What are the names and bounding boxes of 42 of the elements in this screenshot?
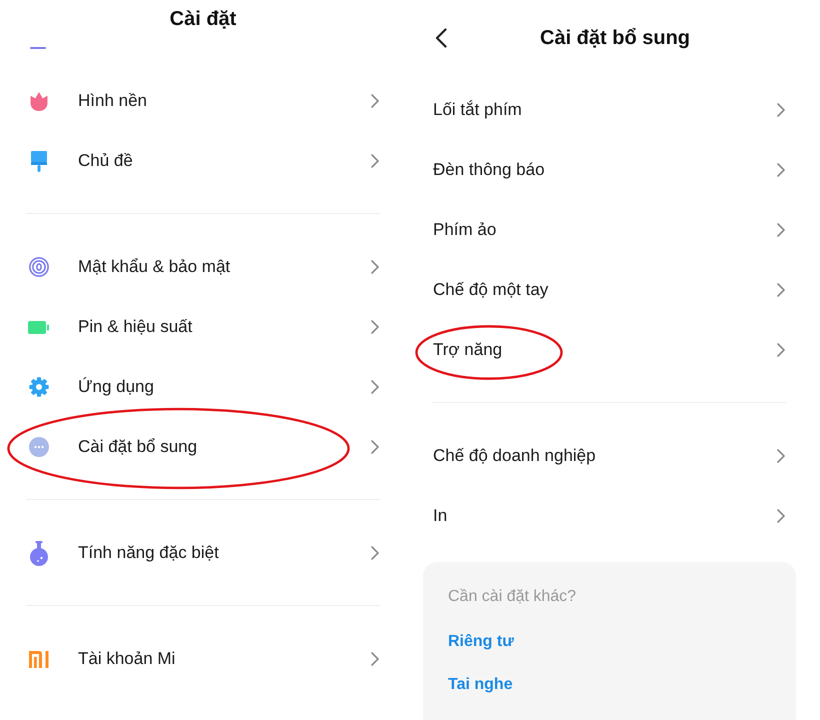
chevron-right-icon [371,154,379,168]
settings-item[interactable]: Tính năng đặc biệt [26,523,380,583]
settings-item[interactable]: Chế độ doanh nghiệp [432,426,786,486]
settings-item[interactable]: Chủ đề [26,131,380,191]
settings-item[interactable]: Mật khẩu & bảo mật [26,237,380,297]
settings-item[interactable]: In [432,486,786,546]
more-icon [28,437,48,457]
chevron-right-icon [371,320,379,334]
fingerprint-icon [28,257,48,277]
back-icon[interactable] [435,28,447,48]
chevron-right-icon [371,546,379,560]
chevron-right-icon [777,449,785,463]
settings-item[interactable]: Đèn thông báo [432,140,786,200]
settings-icon [28,377,48,397]
paint-brush-icon [30,150,48,172]
flask-icon [30,540,48,566]
chevron-right-icon [371,652,379,666]
logo-icon [28,650,48,668]
chevron-right-icon [371,440,379,454]
settings-item[interactable]: Trợ năng [432,320,786,380]
chevron-right-icon [777,343,785,357]
chevron-right-icon [777,283,785,297]
settings-item[interactable]: Tài khoản Mi [26,629,380,689]
settings-item[interactable]: Ứng dụng [26,357,380,417]
settings-item[interactable]: Hình nền [26,71,380,131]
battery-icon [28,320,49,334]
settings-item[interactable]: Lối tắt phím [432,80,786,140]
settings-item[interactable]: Chế độ một tay [432,260,786,320]
settings-item[interactable]: Phím ảo [432,200,786,260]
chevron-right-icon [777,163,785,177]
chevron-right-icon [777,103,785,117]
settings-item[interactable]: Cài đặt bổ sung [26,417,380,477]
screen-title: Cài đặt [170,8,236,30]
tulip-icon [30,92,48,110]
chevron-right-icon [777,223,785,237]
chevron-right-icon [371,94,379,108]
chevron-right-icon [371,260,379,274]
chevron-right-icon [371,380,379,394]
screen-title: Cài đặt bổ sung [540,26,690,50]
chevron-right-icon [777,509,785,523]
settings-item[interactable]: Pin & hiệu suất [26,297,380,357]
suggestions-heading: Cần cài đặt khác? [448,587,576,607]
